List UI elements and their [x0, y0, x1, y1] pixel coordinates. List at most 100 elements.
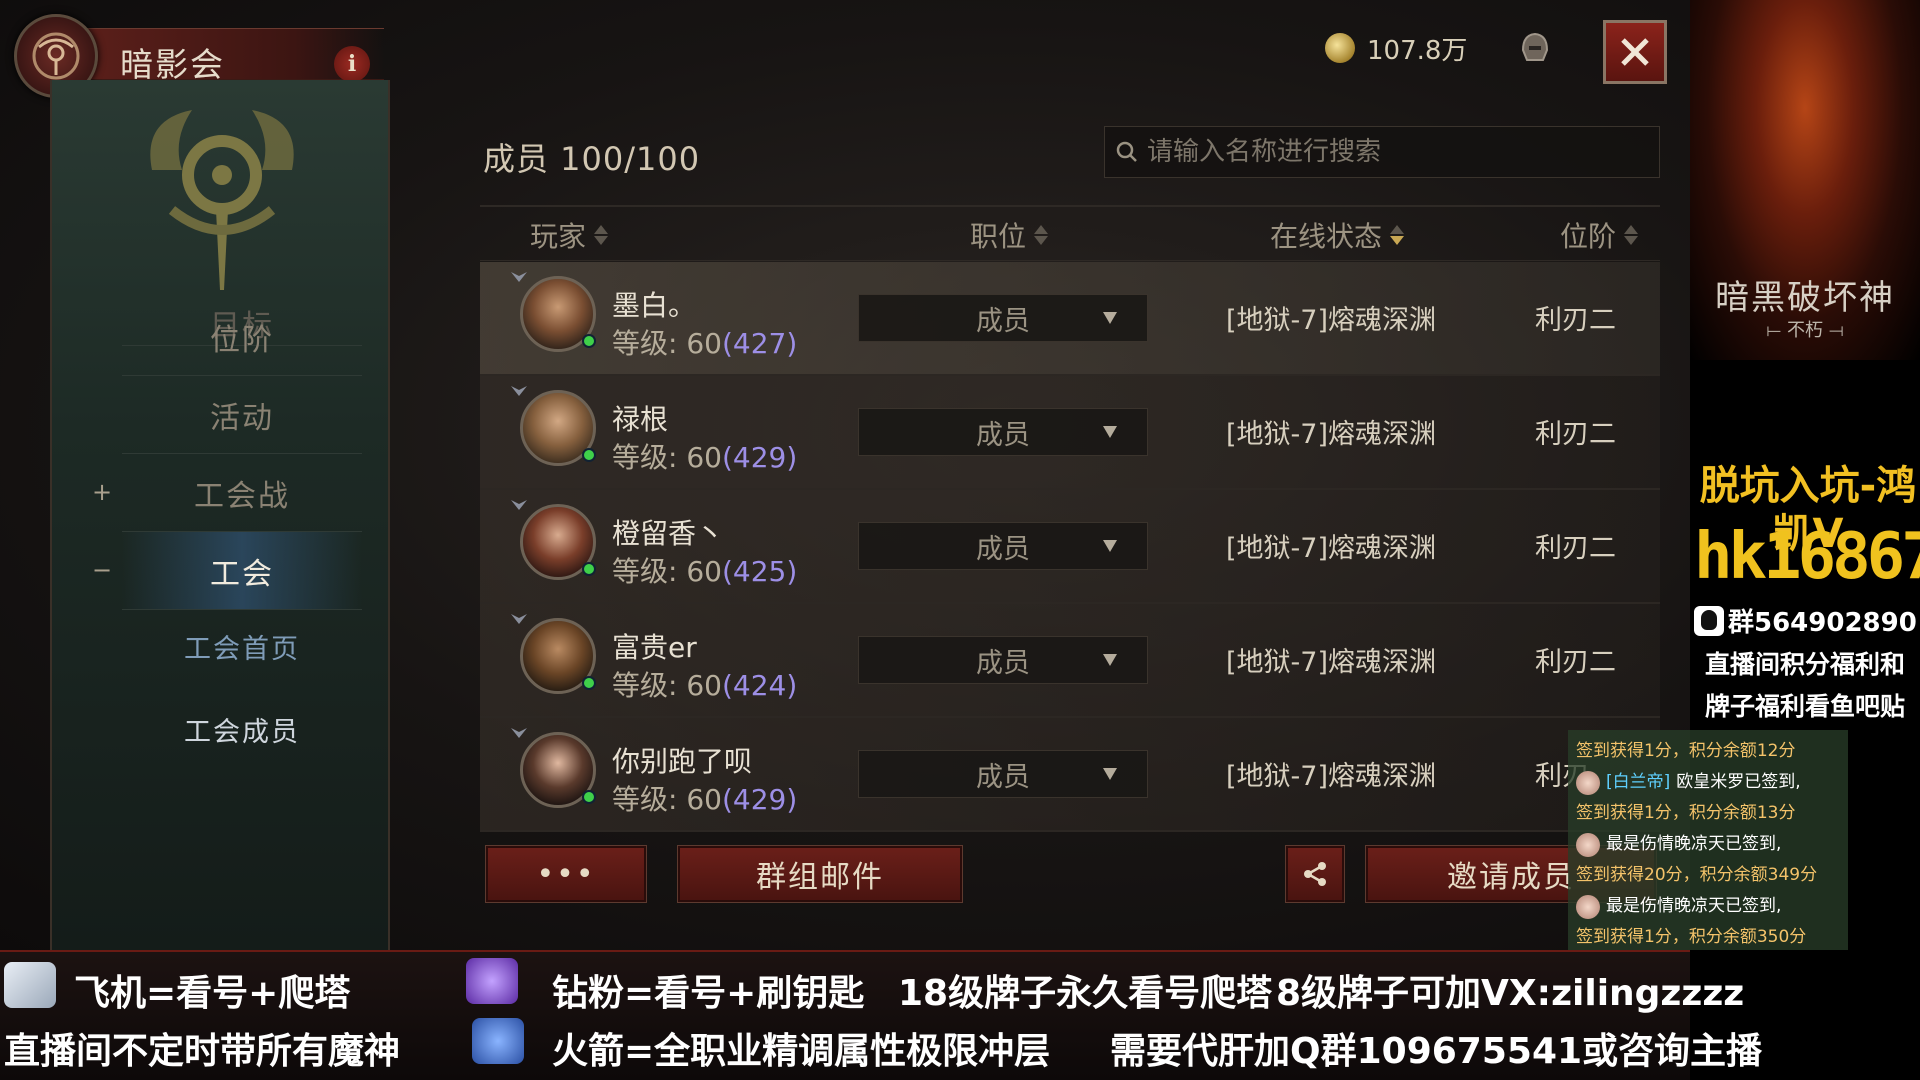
chat-message: 签到获得1分，积分余额350分	[1576, 927, 1807, 947]
column-header-role[interactable]: 职位	[970, 215, 1049, 255]
sidebar-item-label: 位阶	[210, 322, 274, 358]
currency-display: 107.8万	[1325, 30, 1467, 66]
game-logo-subtitle: ⟝ 不朽 ⟞	[1766, 320, 1844, 341]
currency-value: 107.8万	[1367, 35, 1468, 66]
banner-text: 直播间不定时带所有魔神	[4, 1031, 401, 1072]
airplane-gift-icon	[4, 962, 56, 1008]
chat-message: 最是伤情晚凉天已签到,	[1576, 829, 1840, 860]
close-button[interactable]	[1603, 20, 1667, 84]
sidebar-subitem-guild-home[interactable]: 工会首页	[122, 611, 362, 681]
player-name: 禄根	[612, 403, 669, 436]
chat-message: 签到获得1分，积分余额13分	[1576, 803, 1796, 823]
sidebar-item-guild[interactable]: − 工会	[92, 532, 362, 610]
chevron-down-icon	[1103, 768, 1117, 780]
role-dropdown[interactable]: 成员	[858, 408, 1148, 456]
expand-icon: +	[92, 478, 115, 506]
chat-message: 最是伤情晚凉天已签到,	[1576, 891, 1840, 922]
member-search-box[interactable]	[1104, 126, 1660, 178]
table-row[interactable]: 你别跑了呗 等级: 60(429) 成员 [地狱-7]熔魂深渊 利刃	[480, 718, 1660, 832]
player-name: 橙留香丶	[612, 517, 725, 550]
role-dropdown[interactable]: 成员	[858, 750, 1148, 798]
column-header-player[interactable]: 玩家	[530, 215, 609, 255]
online-status-dot	[582, 562, 596, 576]
column-header-online-status[interactable]: 在线状态	[1270, 215, 1405, 255]
column-label: 位阶	[1560, 220, 1617, 253]
promo-benefits: 直播间积分福利和 牌子福利看鱼吧贴	[1690, 644, 1920, 728]
helmet-icon[interactable]	[1518, 30, 1552, 64]
column-label: 在线状态	[1270, 220, 1383, 253]
role-value: 成员	[976, 647, 1030, 679]
online-status-dot	[582, 676, 596, 690]
paragon-level: (427)	[721, 327, 798, 360]
members-count-title: 成员 100/100	[483, 140, 701, 178]
column-header-rank[interactable]: 位阶	[1560, 215, 1639, 255]
diamond-fan-icon	[466, 958, 518, 1004]
player-name: 你别跑了呗	[612, 745, 753, 778]
banner-text: 火箭=全职业精调属性极限冲层	[552, 1031, 1051, 1072]
player-level: 等级: 60(429)	[612, 436, 797, 476]
table-row[interactable]: 禄根 等级: 60(429) 成员 [地狱-7]熔魂深渊 利刃二	[480, 376, 1660, 490]
role-dropdown[interactable]: 成员	[858, 522, 1148, 570]
share-button[interactable]	[1285, 845, 1345, 903]
chat-text: 最是伤情晚凉天已签到,	[1606, 834, 1782, 854]
chat-text: 最是伤情晚凉天已签到,	[1606, 896, 1782, 916]
rank-badge-icon	[511, 272, 527, 282]
role-value: 成员	[976, 419, 1030, 451]
player-level: 等级: 60(425)	[612, 550, 797, 590]
chat-user-tag: [白兰帝]	[1606, 772, 1671, 792]
search-icon	[1116, 141, 1137, 162]
promo-qq-group: 群564902890	[1694, 602, 1920, 639]
qq-group-text: 群564902890	[1728, 608, 1917, 638]
rank-badge-icon	[511, 500, 527, 510]
online-status-dot	[582, 334, 596, 348]
close-icon	[1621, 38, 1649, 66]
sidebar-subitem-label: 工会首页	[184, 633, 300, 665]
paragon-level: (424)	[721, 669, 798, 702]
rank-badge-icon	[511, 728, 527, 738]
online-status-text: [地狱-7]熔魂深渊	[1226, 305, 1436, 336]
chevron-down-icon	[1103, 540, 1117, 552]
chevron-down-icon	[1103, 654, 1117, 666]
chevron-down-icon	[1103, 426, 1117, 438]
chat-message: 签到获得1分，积分余额12分	[1576, 741, 1796, 761]
sidebar-item-guild-war[interactable]: + 工会战	[92, 454, 362, 532]
share-icon	[1304, 862, 1326, 886]
guild-info-button[interactable]: i	[334, 46, 370, 82]
table-row[interactable]: 墨白。 等级: 60(427) 成员 [地狱-7]熔魂深渊 利刃二	[480, 262, 1660, 376]
level-value: 等级: 60	[612, 555, 722, 588]
online-status-text: [地狱-7]熔魂深渊	[1226, 761, 1436, 792]
sort-icon	[1390, 225, 1405, 245]
rocket-gift-icon	[472, 1018, 524, 1064]
role-dropdown[interactable]: 成员	[858, 636, 1148, 684]
sidebar-item-rank[interactable]: 位阶	[122, 298, 362, 376]
table-row[interactable]: 富贵er 等级: 60(424) 成员 [地狱-7]熔魂深渊 利刃二	[480, 604, 1660, 718]
sidebar-item-activities[interactable]: 活动	[122, 376, 362, 454]
player-level: 等级: 60(427)	[612, 322, 797, 362]
game-view: 暗影会 i 107.8万 目标 位阶 活动 + 工会战 − 工会 工会首页 工会…	[0, 0, 1690, 950]
sort-icon	[594, 225, 609, 245]
promo-benefits-line: 牌子福利看鱼吧贴	[1704, 692, 1905, 721]
live-chat-overlay: 签到获得1分，积分余额12分 [白兰帝] 欧皇米罗已签到, 签到获得1分，积分余…	[1568, 730, 1848, 950]
role-dropdown[interactable]: 成员	[858, 294, 1148, 342]
promo-code: hk168673	[1694, 520, 1920, 594]
player-name: 富贵er	[612, 631, 697, 664]
rank-badge-icon	[511, 386, 527, 396]
member-rank: 利刃二	[1535, 419, 1616, 450]
more-options-button[interactable]: •••	[485, 845, 647, 903]
level-value: 等级: 60	[612, 669, 722, 702]
level-value: 等级: 60	[612, 783, 722, 816]
table-row[interactable]: 橙留香丶 等级: 60(425) 成员 [地狱-7]熔魂深渊 利刃二	[480, 490, 1660, 604]
coin-icon	[1325, 33, 1355, 63]
group-mail-button[interactable]: 群组邮件	[677, 845, 963, 903]
online-status-text: [地狱-7]熔魂深渊	[1226, 419, 1436, 450]
player-level: 等级: 60(429)	[612, 778, 797, 818]
player-level: 等级: 60(424)	[612, 664, 797, 704]
level-value: 等级: 60	[612, 327, 722, 360]
sidebar-item-label: 工会	[210, 556, 274, 592]
paragon-level: (425)	[721, 555, 798, 588]
sort-icon	[1034, 225, 1049, 245]
members-table-header: 玩家 职位 在线状态 位阶	[480, 205, 1660, 261]
member-search-input[interactable]	[1147, 137, 1647, 167]
sidebar-item-label: 工会战	[194, 478, 290, 514]
sidebar-subitem-guild-members[interactable]: 工会成员	[122, 694, 362, 764]
